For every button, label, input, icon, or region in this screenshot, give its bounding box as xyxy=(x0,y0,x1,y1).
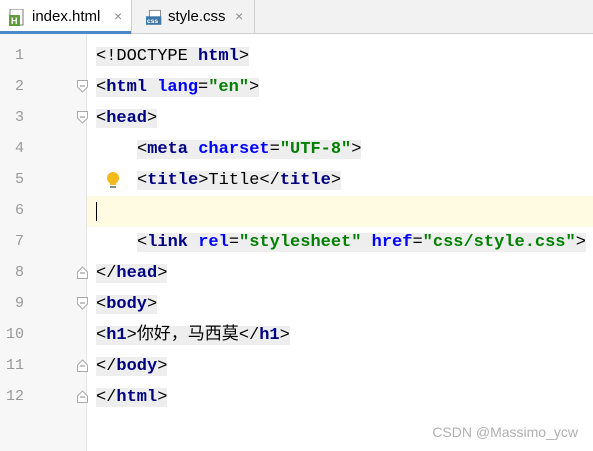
lightbulb-icon[interactable] xyxy=(105,171,121,189)
line-number: 5 xyxy=(14,171,24,188)
code-text[interactable]: <!DOCTYPE html> xyxy=(96,47,250,66)
line-number: 6 xyxy=(14,202,24,219)
current-line-highlight xyxy=(87,196,593,227)
code-text[interactable]: <body> xyxy=(96,295,158,314)
line-number: 3 xyxy=(14,109,24,126)
line-number: 9 xyxy=(14,295,24,312)
tab-label: index.html xyxy=(32,8,101,25)
line-number: 1 xyxy=(14,47,24,64)
fold-open-icon[interactable] xyxy=(77,80,88,93)
code-text[interactable]: </head> xyxy=(96,264,168,283)
code-line-3[interactable]: 3 <head> xyxy=(0,103,593,134)
code-line-2[interactable]: 2 <html lang="en"> xyxy=(0,72,593,103)
tab-divider xyxy=(254,0,255,34)
code-text[interactable]: <title>Title</title> xyxy=(137,171,342,190)
code-line-11[interactable]: 11 </body> xyxy=(0,351,593,382)
fold-close-icon[interactable] xyxy=(77,390,88,403)
close-icon[interactable]: × xyxy=(114,8,122,24)
code-text[interactable]: </html> xyxy=(96,388,168,407)
tab-style-css[interactable]: css style.css × xyxy=(132,0,254,34)
fold-open-icon[interactable] xyxy=(77,111,88,124)
fold-close-icon[interactable] xyxy=(77,359,88,372)
html-file-icon: H xyxy=(9,9,24,26)
css-icon-letters: css xyxy=(147,18,159,25)
html-icon-letter: H xyxy=(11,16,18,26)
line-number: 8 xyxy=(14,264,24,281)
css-file-icon: css xyxy=(146,9,162,25)
line-number: 11 xyxy=(5,357,24,374)
close-icon[interactable]: × xyxy=(235,8,243,24)
code-text[interactable]: <link rel="stylesheet" href="css/style.c… xyxy=(137,233,586,252)
editor-tab-bar: H index.html × css style.css × xyxy=(0,0,593,34)
code-line-4[interactable]: 4 <meta charset="UTF-8"> xyxy=(0,134,593,165)
code-line-1[interactable]: 1 <!DOCTYPE html> xyxy=(0,41,593,72)
code-line-6[interactable]: 6 xyxy=(0,196,593,227)
line-number: 4 xyxy=(14,140,24,157)
code-text[interactable]: <html lang="en"> xyxy=(96,78,260,97)
code-line-5[interactable]: 5 <title>Title</title> xyxy=(0,165,593,196)
code-text[interactable]: <head> xyxy=(96,109,158,128)
line-number: 2 xyxy=(14,78,24,95)
code-text[interactable]: </body> xyxy=(96,357,168,376)
code-line-10[interactable]: 10 <h1>你好，马西莫</h1> xyxy=(0,320,593,351)
line-number: 7 xyxy=(14,233,24,250)
code-line-9[interactable]: 9 <body> xyxy=(0,289,593,320)
tab-label: style.css xyxy=(168,8,226,25)
code-text[interactable]: <meta charset="UTF-8"> xyxy=(137,140,362,159)
line-number: 12 xyxy=(5,388,24,405)
tab-index-html[interactable]: H index.html × xyxy=(0,0,131,34)
code-line-7[interactable]: 7 <link rel="stylesheet" href="css/style… xyxy=(0,227,593,258)
watermark: CSDN @Massimo_ycw xyxy=(432,424,578,440)
code-line-12[interactable]: 12 </html> xyxy=(0,382,593,413)
line-number: 10 xyxy=(5,326,24,343)
fold-close-icon[interactable] xyxy=(77,266,88,279)
code-text[interactable]: <h1>你好，马西莫</h1> xyxy=(96,326,290,345)
text-cursor xyxy=(96,202,97,221)
fold-open-icon[interactable] xyxy=(77,297,88,310)
code-line-8[interactable]: 8 </head> xyxy=(0,258,593,289)
